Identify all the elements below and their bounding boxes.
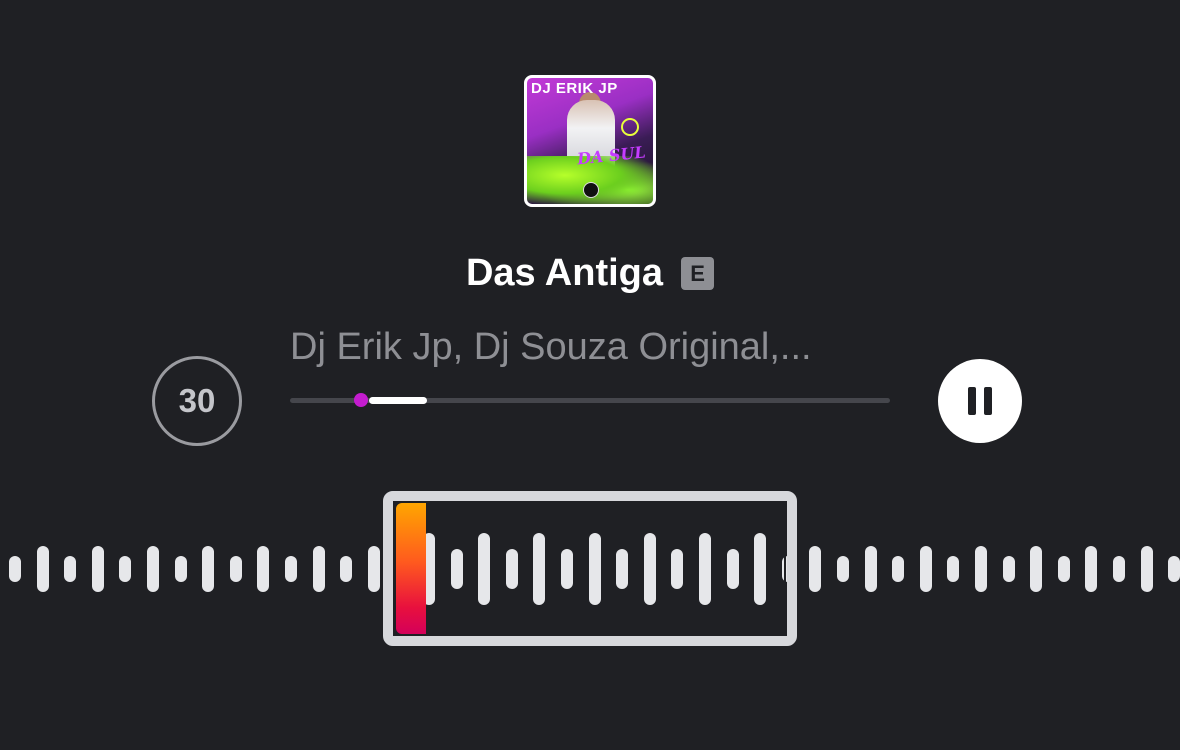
waveform-bar [147, 546, 159, 592]
progress-bar[interactable] [290, 393, 890, 407]
track-title: Das Antiga [465, 252, 664, 294]
waveform-bar [313, 546, 325, 592]
waveform-bar [285, 556, 297, 582]
waveform-bar [368, 546, 380, 592]
album-art-title: DJ ERIK JP [531, 80, 618, 97]
waveform-bar [202, 546, 214, 592]
waveform-bar [9, 556, 21, 582]
waveform-bar [1113, 556, 1125, 582]
waveform-bar [64, 556, 76, 582]
progress-knob[interactable] [354, 393, 368, 407]
waveform-bar [809, 546, 821, 592]
waveform-bar [1003, 556, 1015, 582]
pause-button[interactable] [938, 359, 1022, 443]
waveform-bar [1168, 556, 1180, 582]
waveform-bar [37, 546, 49, 592]
progress-fill [369, 397, 427, 404]
now-playing-screen: DJ ERIK JP DA SUL Das Antiga E Dj Erik J… [0, 0, 1180, 750]
label-logo-icon [583, 182, 599, 198]
waveform-bar [892, 556, 904, 582]
waveform-bar [119, 556, 131, 582]
waveform-bar [865, 546, 877, 592]
playhead-marker[interactable] [396, 503, 426, 634]
waveform-bar [975, 546, 987, 592]
waveform-bar [257, 546, 269, 592]
waveform-bar [92, 546, 104, 592]
waveform-bar [1085, 546, 1097, 592]
waveform-bar [1030, 546, 1042, 592]
waveform-bar [1058, 556, 1070, 582]
explicit-badge: E [681, 257, 715, 290]
waveform-bar [1141, 546, 1153, 592]
waveform-bar [947, 556, 959, 582]
track-title-row: Das Antiga E [0, 252, 1180, 295]
waveform-bar [175, 556, 187, 582]
waveform-bar [230, 556, 242, 582]
smiley-icon [621, 118, 639, 136]
track-artists[interactable]: Dj Erik Jp, Dj Souza Original,... [290, 326, 890, 369]
waveform-bar [837, 556, 849, 582]
album-art[interactable]: DJ ERIK JP DA SUL [524, 75, 656, 207]
skip-back-label: 30 [178, 382, 216, 419]
selection-frame[interactable] [383, 491, 797, 646]
waveform-bar [340, 556, 352, 582]
skip-back-30-button[interactable]: 30 [152, 356, 242, 446]
waveform-bar [920, 546, 932, 592]
